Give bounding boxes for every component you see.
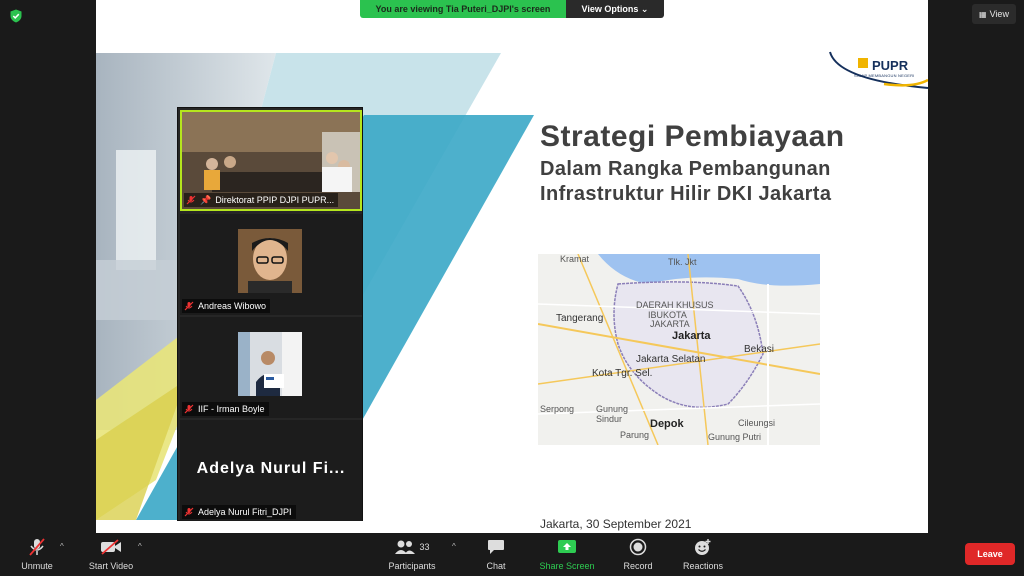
map-label: Gunung Putri bbox=[708, 432, 762, 442]
pupr-logo-tagline: SIGAP MEMBANGUN NEGERI bbox=[854, 73, 915, 78]
participant-name: IIF - Irman Boyle bbox=[198, 404, 265, 414]
mic-muted-icon bbox=[29, 538, 45, 556]
jakarta-map: Kramat Tlk. Jkt DAERAH KHUSUS IBUKOTA JA… bbox=[538, 254, 820, 445]
participant-tile[interactable]: Adelya Nurul Fi... Adelya Nurul Fitri_DJ… bbox=[180, 420, 362, 521]
unmute-button[interactable]: Unmute bbox=[14, 537, 60, 573]
participant-video bbox=[238, 229, 302, 293]
map-label: Jakarta bbox=[672, 330, 711, 342]
slide-subtitle-line2: Infrastruktur Hilir DKI Jakarta bbox=[540, 183, 832, 205]
video-options-chevron-icon[interactable]: ^ bbox=[138, 542, 142, 551]
participant-display-name: Adelya Nurul Fi... bbox=[196, 460, 346, 477]
slide-subtitle-line1: Dalam Rangka Pembangunan bbox=[540, 158, 831, 180]
mic-muted-icon bbox=[184, 301, 194, 311]
participant-video bbox=[238, 332, 302, 396]
record-button[interactable]: Record bbox=[618, 537, 658, 573]
video-off-icon bbox=[101, 539, 121, 555]
map-label: Depok bbox=[650, 418, 684, 430]
reactions-button[interactable]: Reactions bbox=[678, 537, 728, 573]
reactions-label: Reactions bbox=[682, 561, 724, 571]
pupr-logo-text: PUPR bbox=[872, 58, 909, 73]
chat-label: Chat bbox=[486, 561, 506, 571]
start-video-label: Start Video bbox=[88, 561, 134, 571]
participant-video-panel[interactable]: 📌 Direktorat PPIP DJPI PUPR... Andreas W… bbox=[177, 107, 363, 521]
share-screen-button[interactable]: Share Screen bbox=[534, 537, 600, 573]
participants-label: Participants bbox=[388, 561, 436, 571]
map-label: DAERAH KHUSUS bbox=[636, 300, 714, 310]
map-label: Tangerang bbox=[556, 313, 604, 324]
participant-name: Adelya Nurul Fitri_DJPI bbox=[198, 507, 292, 517]
participant-tile[interactable]: IIF - Irman Boyle bbox=[180, 317, 362, 418]
viewing-screen-notice: You are viewing Tia Puteri_DJPI's screen bbox=[360, 0, 566, 18]
map-label: Sindur bbox=[596, 414, 623, 424]
security-shield-icon[interactable] bbox=[9, 9, 23, 23]
chat-button[interactable]: Chat bbox=[478, 537, 514, 573]
participant-name-tag: IIF - Irman Boyle bbox=[182, 402, 269, 416]
view-options-button[interactable]: View Options ⌄ bbox=[566, 0, 664, 18]
map-label: Jakarta Selatan bbox=[636, 354, 706, 365]
share-screen-label: Share Screen bbox=[539, 561, 595, 571]
participants-options-chevron-icon[interactable]: ^ bbox=[452, 542, 456, 551]
zoom-window: ▦ View PUPR SIGAP MEMBANGUN NEGERI Strat… bbox=[0, 0, 1024, 576]
start-video-button[interactable]: Start Video bbox=[82, 537, 140, 573]
share-screen-icon bbox=[558, 540, 576, 553]
participant-count: 33 bbox=[419, 542, 430, 552]
audio-options-chevron-icon[interactable]: ^ bbox=[60, 542, 64, 551]
map-label: Serpong bbox=[540, 404, 575, 414]
record-icon bbox=[629, 538, 647, 556]
map-label: Gunung bbox=[596, 404, 629, 414]
record-label: Record bbox=[623, 561, 653, 571]
chat-icon bbox=[488, 540, 504, 554]
map-label: JAKARTA bbox=[650, 319, 690, 329]
grid-view-icon: ▦ bbox=[979, 10, 987, 19]
slide-title: Strategi Pembiayaan bbox=[540, 120, 845, 153]
map-label: Bekasi bbox=[744, 344, 775, 355]
participants-icon bbox=[395, 540, 416, 554]
participant-name: Andreas Wibowo bbox=[198, 301, 267, 311]
mic-muted-icon bbox=[184, 507, 194, 517]
participant-tile[interactable]: 📌 Direktorat PPIP DJPI PUPR... bbox=[180, 110, 362, 211]
slide-date: Jakarta, 30 September 2021 bbox=[540, 517, 692, 531]
leave-button[interactable]: Leave bbox=[965, 543, 1015, 565]
participant-name: Direktorat PPIP DJPI PUPR... bbox=[215, 195, 335, 205]
view-button-label: View bbox=[989, 9, 1009, 19]
participant-name-tag: 📌 Direktorat PPIP DJPI PUPR... bbox=[184, 193, 339, 207]
participant-tile[interactable]: Andreas Wibowo bbox=[180, 214, 362, 315]
mic-muted-icon bbox=[186, 195, 196, 205]
map-label: Parung bbox=[620, 430, 650, 440]
unmute-label: Unmute bbox=[21, 561, 53, 571]
participants-button[interactable]: 33 Participants bbox=[380, 537, 444, 573]
mic-muted-icon bbox=[184, 404, 194, 414]
meeting-toolbar: Unmute ^ Start Video ^ 33 Participants ^… bbox=[0, 533, 1024, 576]
view-options-label: View Options bbox=[581, 4, 639, 14]
participant-name-tag: Andreas Wibowo bbox=[182, 299, 271, 313]
chevron-down-icon: ⌄ bbox=[640, 4, 649, 14]
participant-name-tag: Adelya Nurul Fitri_DJPI bbox=[182, 505, 296, 519]
map-label: Kota Tgr. Sel. bbox=[592, 368, 653, 379]
map-label: Kramat bbox=[560, 254, 590, 264]
screen-share-banner: You are viewing Tia Puteri_DJPI's screen… bbox=[360, 0, 664, 18]
map-label: Tlk. Jkt bbox=[668, 257, 697, 267]
smiley-plus-icon bbox=[695, 539, 711, 555]
view-button[interactable]: ▦ View bbox=[972, 4, 1016, 24]
map-label: Cileungsi bbox=[738, 418, 776, 428]
pin-icon: 📌 bbox=[200, 195, 212, 205]
